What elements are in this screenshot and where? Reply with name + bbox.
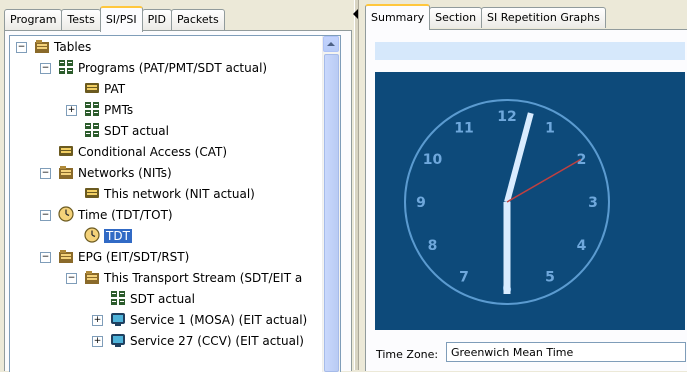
tdt-clock-panel: 121234567891011 — [375, 72, 685, 330]
tree-label: SDT actual — [104, 124, 169, 138]
clock-number: 11 — [454, 121, 473, 137]
tv-service-icon — [111, 334, 125, 347]
tree-label: Networks (NITs) — [78, 166, 172, 180]
clock-number: 9 — [416, 195, 426, 211]
table-card-icon — [85, 83, 99, 93]
tree-label: Time (TDT/TOT) — [78, 208, 173, 222]
collapse-icon[interactable]: − — [40, 210, 51, 221]
tab-tests[interactable]: Tests — [61, 9, 101, 30]
collapse-left-arrow-icon[interactable] — [353, 9, 358, 19]
summary-header-strip — [375, 42, 685, 60]
tab-si-repetition-graphs[interactable]: SI Repetition Graphs — [481, 7, 606, 28]
tree-label: Conditional Access (CAT) — [78, 145, 228, 159]
tree-item-tdt[interactable]: TDT — [84, 226, 132, 246]
tree-label-selected: TDT — [104, 229, 132, 243]
folder-network-icon — [59, 166, 73, 179]
clock-number: 1 — [545, 121, 555, 137]
folder-tables-icon — [35, 40, 49, 53]
tree-label: SDT actual — [130, 292, 195, 306]
right-pane: Summary Section SI Repetition Graphs 12 1 2 3… — [359, 0, 687, 371]
grid-table-icon — [85, 123, 99, 137]
summary-panel: 121234567891011 Time Zone: Greenwich Mea… — [365, 29, 687, 371]
clock-number: 2 — [577, 152, 587, 168]
tree-label: Programs (PAT/PMT/SDT actual) — [78, 61, 268, 75]
clock-number: 12 — [497, 109, 516, 125]
clock-number: 8 — [428, 238, 438, 254]
collapse-icon[interactable]: − — [40, 168, 51, 179]
tree-item-this-network[interactable]: This network (NIT actual) — [84, 184, 255, 204]
collapse-icon[interactable]: − — [40, 63, 51, 74]
clock-number: 5 — [545, 270, 555, 286]
tab-section[interactable]: Section — [429, 7, 483, 28]
tab-si-psi[interactable]: SI/PSI — [99, 6, 143, 32]
grid-table-icon — [59, 60, 73, 74]
timezone-label: Time Zone: — [376, 348, 439, 361]
grid-table-icon — [111, 291, 125, 305]
clock-minute-hand — [503, 202, 511, 294]
collapse-icon[interactable]: − — [66, 273, 77, 284]
analog-clock: 121234567891011 — [404, 99, 610, 305]
clock-icon — [58, 206, 74, 222]
tree-label: This Transport Stream (SDT/EIT a — [104, 271, 303, 285]
expand-icon[interactable]: + — [92, 336, 103, 347]
table-card-icon — [59, 146, 73, 156]
clock-number: 10 — [423, 152, 443, 168]
tree-label: Service 1 (MOSA) (EIT actual) — [130, 313, 308, 327]
tree-label: PMTs — [104, 103, 134, 117]
clock-icon — [84, 227, 100, 243]
folder-epg-icon — [59, 250, 73, 263]
tree-item-cat[interactable]: Conditional Access (CAT) — [58, 142, 227, 162]
clock-number: 3 — [588, 195, 598, 211]
tv-service-icon — [111, 313, 125, 326]
table-card-icon — [85, 188, 99, 198]
tree-vertical-scrollbar[interactable] — [322, 36, 340, 372]
tab-program[interactable]: Program — [4, 9, 63, 30]
expand-icon[interactable]: + — [66, 105, 77, 116]
tree-label: PAT — [104, 82, 126, 96]
scroll-up-arrow-icon[interactable] — [323, 36, 339, 52]
tree-label: Service 27 (CCV) (EIT actual) — [130, 334, 304, 348]
grid-table-icon — [85, 102, 99, 116]
right-tab-strip: Summary Section SI Repetition Graphs — [365, 4, 606, 30]
tree-item-pat[interactable]: PAT — [84, 79, 125, 99]
expand-icon[interactable]: + — [92, 315, 103, 326]
tab-summary[interactable]: Summary — [365, 4, 431, 30]
clock-number: 7 — [459, 270, 469, 286]
si-psi-panel: − Tables − Programs (PAT/PMT/SDT actual)… — [4, 30, 352, 372]
collapse-icon[interactable]: − — [16, 42, 27, 53]
tab-packets[interactable]: Packets — [170, 9, 225, 30]
tree-label: This network (NIT actual) — [104, 187, 255, 201]
tree-label: Tables — [54, 40, 92, 54]
tree-item-sdt-actual-2[interactable]: SDT actual — [110, 289, 195, 309]
tab-pid[interactable]: PID — [141, 9, 172, 30]
scrollbar-thumb[interactable] — [324, 54, 339, 372]
left-tab-strip: Program Tests SI/PSI PID Packets — [4, 6, 225, 32]
timezone-field[interactable]: Greenwich Mean Time — [446, 342, 686, 362]
clock-number: 4 — [577, 238, 587, 254]
tables-tree[interactable]: − Tables − Programs (PAT/PMT/SDT actual)… — [9, 35, 341, 372]
left-pane: Program Tests SI/PSI PID Packets − Tables − … — [0, 0, 354, 372]
tree-item-sdt-actual[interactable]: SDT actual — [84, 121, 169, 141]
folder-stream-icon — [85, 271, 99, 284]
tree-label: EPG (EIT/SDT/RST) — [78, 250, 190, 264]
collapse-icon[interactable]: − — [40, 252, 51, 263]
